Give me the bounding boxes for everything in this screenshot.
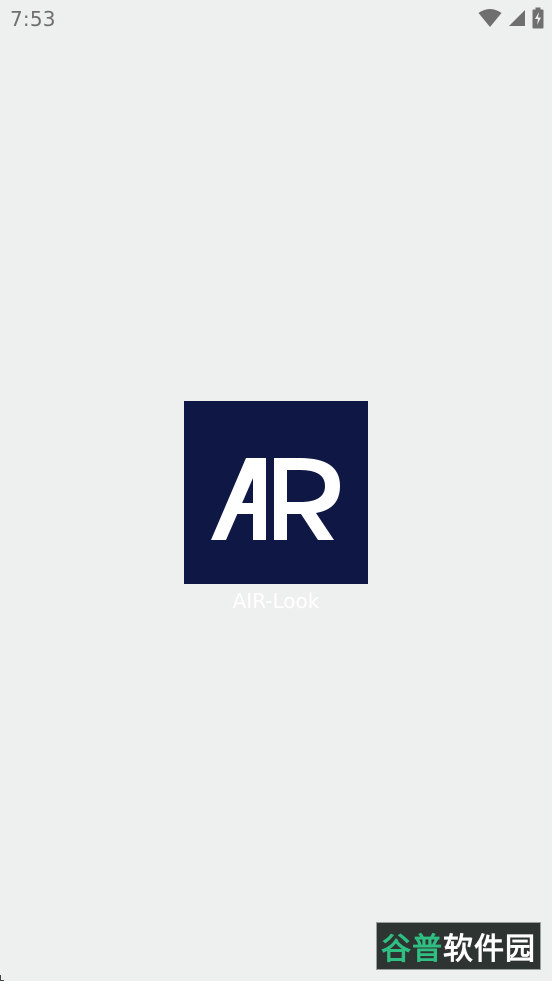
- app-name-label: AIR-Look: [232, 589, 320, 613]
- logo-letter-r: [274, 458, 340, 540]
- watermark-text: 谷普软件园: [381, 924, 536, 968]
- status-time: 7:53: [10, 7, 56, 31]
- status-icons: [478, 7, 544, 29]
- wifi-icon: [478, 8, 502, 28]
- watermark-text-white: 软件园: [443, 932, 536, 967]
- watermark-badge: 谷普软件园: [376, 922, 541, 970]
- corner-mark: [0, 975, 4, 981]
- app-logo: [184, 401, 368, 584]
- splash-screen: 7:53 AIR-Look 谷普软件园: [0, 0, 552, 981]
- cellular-signal-icon: [508, 9, 526, 27]
- logo-letter-a: [211, 458, 266, 540]
- battery-charging-icon: [532, 7, 544, 29]
- status-bar: 7:53: [0, 0, 552, 40]
- watermark-text-green: 谷普: [381, 932, 443, 967]
